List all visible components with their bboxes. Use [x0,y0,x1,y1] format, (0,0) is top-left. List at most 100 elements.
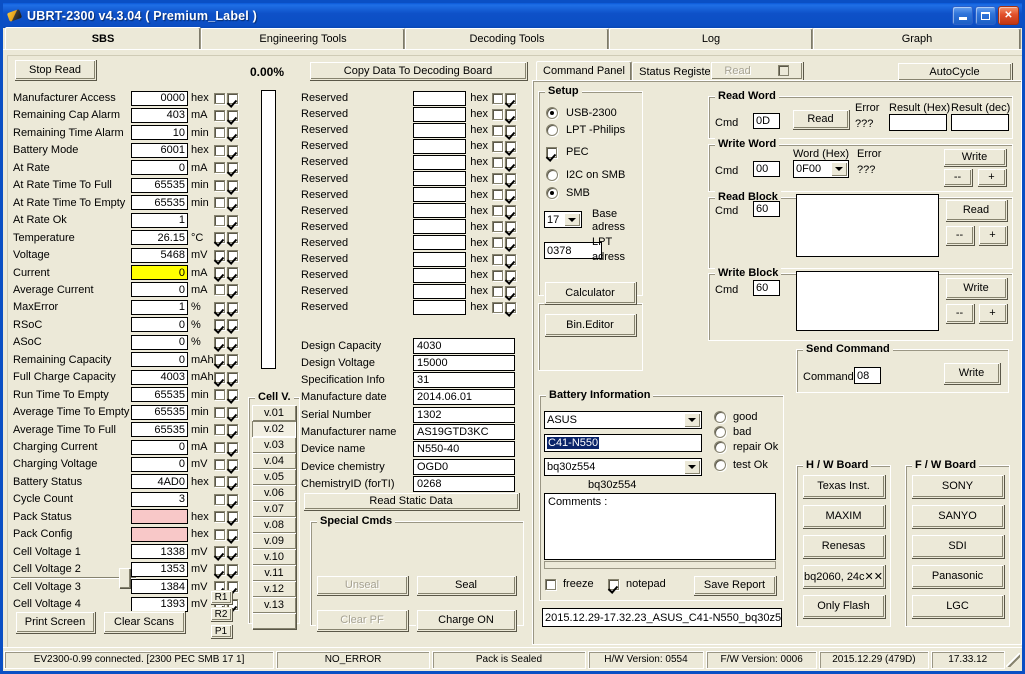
cell-voltage-button-v-05[interactable]: v.05 [252,469,296,485]
cell-voltage-button-v-09[interactable]: v.09 [252,533,296,549]
battery-chip-select[interactable]: bq30z554 [544,458,702,476]
sbs-row-value-input[interactable]: 5468 [131,248,188,263]
reserved-row-value-input[interactable] [413,107,466,122]
reserved-row-value-input[interactable] [413,91,466,106]
row-checkbox[interactable] [214,407,225,418]
row-checkbox[interactable] [492,270,503,281]
sbs-row-value-input[interactable]: 0 [131,317,188,332]
reserved-row-value-input[interactable] [413,300,466,315]
sbs-row-value-input[interactable]: 403 [131,108,188,123]
row-checkbox[interactable] [227,372,238,383]
sbs-row-value-input[interactable]: 0000 [131,91,188,106]
row-checkbox[interactable] [214,180,225,191]
battery-brand-select[interactable]: ASUS [544,411,702,429]
row-checkbox[interactable] [492,254,503,265]
comments-hscrollbar[interactable] [544,561,776,569]
sbs-row-value-input[interactable]: 65535 [131,405,188,420]
battery-state-good[interactable]: good [714,411,757,423]
checkbox-freeze[interactable]: freeze [545,578,594,590]
row-checkbox[interactable] [492,205,503,216]
row-checkbox[interactable] [214,442,225,453]
hw-board-button-bq2060-24c[interactable]: bq2060, 24c✕✕ [802,564,885,588]
minimize-button[interactable] [952,6,973,25]
checkbox-notepad[interactable]: notepad [608,578,666,590]
row-checkbox[interactable] [505,286,516,297]
read-toggle-button[interactable]: Read [710,61,803,80]
cell-voltage-button-v-04[interactable]: v.04 [252,453,296,469]
row-checkbox[interactable] [214,93,225,104]
copy-data-button[interactable]: Copy Data To Decoding Board [309,61,527,80]
row-checkbox[interactable] [227,145,238,156]
row-checkbox[interactable] [227,529,238,540]
row-checkbox[interactable] [227,407,238,418]
sbs-row-value-input[interactable]: 26.15 [131,230,188,245]
resize-grip-icon[interactable] [1006,653,1020,667]
row-checkbox[interactable] [214,302,225,313]
autocycle-button[interactable]: AutoCycle [897,62,1012,81]
sbs-row-value-input[interactable]: 1338 [131,544,188,559]
close-icon[interactable]: ✕ [998,6,1019,25]
row-checkbox[interactable] [227,162,238,173]
battery-state-bad[interactable]: bad [714,426,751,438]
read-block-cmd-input[interactable]: 60 [753,201,780,217]
reserved-row-value-input[interactable] [413,203,466,218]
row-checkbox[interactable] [214,564,225,575]
row-checkbox[interactable] [227,197,238,208]
read-block-read-button[interactable]: Read [945,199,1007,221]
row-checkbox[interactable] [505,302,516,313]
row-checkbox[interactable] [492,302,503,313]
row-checkbox[interactable] [505,109,516,120]
write-word-cmd-input[interactable]: 00 [753,161,780,177]
sbs-row-value-input[interactable]: 65535 [131,387,188,402]
r1-button[interactable]: R1 [210,590,232,604]
tab-engineering-tools[interactable]: Engineering Tools [201,28,405,49]
static-row-value-input[interactable]: 0268 [413,476,515,492]
battery-state-repair-ok[interactable]: repair Ok [714,441,778,453]
row-checkbox[interactable] [492,141,503,152]
row-checkbox[interactable] [227,389,238,400]
row-checkbox[interactable] [227,546,238,557]
hw-board-button-only-flash[interactable]: Only Flash [802,594,885,618]
sbs-row-value-input[interactable] [131,527,188,542]
p1-button[interactable]: P1 [210,624,232,638]
row-checkbox[interactable] [492,189,503,200]
sbs-row-value-input[interactable]: 4AD0 [131,474,188,489]
row-checkbox[interactable] [214,337,225,348]
row-checkbox[interactable] [492,221,503,232]
battery-state-test-ok-radio[interactable] [714,459,726,471]
row-checkbox[interactable] [505,270,516,281]
write-block-decrement-button[interactable]: -- [945,303,974,323]
hw-board-button-renesas[interactable]: Renesas [802,534,885,558]
row-checkbox[interactable] [214,145,225,156]
reserved-row-value-input[interactable] [413,187,466,202]
row-checkbox[interactable] [214,215,225,226]
row-checkbox[interactable] [505,254,516,265]
row-checkbox[interactable] [492,237,503,248]
row-checkbox[interactable] [505,173,516,184]
cell-voltage-button-v-06[interactable]: v.06 [252,485,296,501]
row-checkbox[interactable] [227,564,238,575]
battery-model-input[interactable]: C41-N550 [544,434,702,452]
chevron-down-icon[interactable] [684,460,700,474]
tab-log[interactable]: Log [609,28,813,49]
stop-read-button[interactable]: Stop Read [14,59,96,80]
static-row-value-input[interactable]: N550-40 [413,441,515,457]
write-block-increment-button[interactable]: + [978,303,1007,323]
reserved-row-value-input[interactable] [413,123,466,138]
radio-lpt-philips[interactable]: LPT -Philips [546,124,625,136]
row-checkbox[interactable] [227,319,238,330]
row-checkbox[interactable] [227,337,238,348]
clear-scans-button[interactable]: Clear Scans [103,611,185,633]
fw-board-button-lgc[interactable]: LGC [911,594,1004,618]
row-checkbox[interactable] [214,232,225,243]
sbs-row-value-input[interactable]: 1353 [131,562,188,577]
row-checkbox[interactable] [214,424,225,435]
sbs-row-value-input[interactable]: 4003 [131,370,188,385]
write-block-cmd-input[interactable]: 60 [753,280,780,296]
cell-voltage-button-v-08[interactable]: v.08 [252,517,296,533]
chevron-down-icon[interactable] [684,413,700,427]
row-checkbox[interactable] [227,110,238,121]
radio-lpt-philips-button[interactable] [546,124,558,136]
row-checkbox[interactable] [492,93,503,104]
read-block-decrement-button[interactable]: -- [945,225,974,245]
